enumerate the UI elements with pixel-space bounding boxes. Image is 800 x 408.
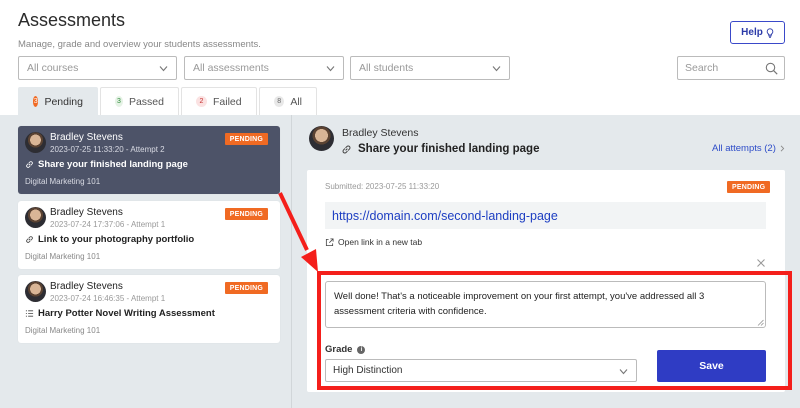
status-badge: PENDING — [224, 133, 268, 145]
tab-label: Passed — [128, 95, 164, 108]
chevron-down-icon — [159, 66, 168, 72]
tab-label: All — [290, 95, 302, 108]
submission-url[interactable]: https://domain.com/second-landing-page — [325, 202, 766, 229]
task-title-text: Harry Potter Novel Writing Assessment — [38, 308, 215, 319]
submitted-timestamp: Submitted: 2023-07-25 11:33:20 — [325, 182, 440, 191]
detail-student-name: Bradley Stevens — [342, 127, 419, 139]
status-badge: PENDING — [727, 181, 771, 193]
chevron-down-icon — [492, 66, 501, 72]
submission-card[interactable]: Bradley Stevens 2023-07-24 16:46:35 - At… — [18, 275, 280, 343]
avatar — [25, 132, 46, 153]
tab-count: 3 — [115, 96, 123, 107]
course-name: Digital Marketing 101 — [25, 177, 101, 186]
task-title: Harry Potter Novel Writing Assessment — [25, 308, 215, 319]
student-name: Bradley Stevens — [50, 132, 123, 143]
tab-label: Failed — [213, 95, 242, 108]
tab-pending[interactable]: 3 Pending — [18, 87, 98, 115]
submission-card[interactable]: Bradley Stevens 2023-07-24 17:37:06 - At… — [18, 201, 280, 269]
students-select[interactable]: All students — [350, 56, 510, 80]
courses-select-value: All courses — [27, 62, 79, 74]
course-name: Digital Marketing 101 — [25, 326, 101, 335]
course-name: Digital Marketing 101 — [25, 252, 101, 261]
detail-task-title: Share your finished landing page — [341, 143, 539, 155]
submission-card[interactable]: Bradley Stevens 2023-07-25 11:33:20 - At… — [18, 126, 280, 194]
annotation-highlight-box — [317, 271, 792, 390]
all-attempts-link[interactable]: All attempts (2) — [712, 143, 785, 154]
status-badge: PENDING — [224, 282, 268, 294]
submission-meta: 2023-07-24 17:37:06 - Attempt 1 — [50, 220, 166, 229]
page-subtitle: Manage, grade and overview your students… — [18, 39, 261, 50]
search-placeholder: Search — [685, 62, 719, 74]
avatar — [25, 207, 46, 228]
tab-count: 2 — [196, 96, 207, 107]
students-select-value: All students — [359, 62, 414, 74]
task-title: Link to your photography portfolio — [25, 234, 194, 245]
search-input[interactable]: Search — [677, 56, 785, 80]
tab-failed[interactable]: 2 Failed — [181, 87, 257, 115]
panel-divider — [291, 115, 292, 408]
search-icon — [765, 62, 778, 75]
help-button[interactable]: Help — [730, 21, 785, 44]
all-attempts-label: All attempts (2) — [712, 143, 776, 154]
link-icon — [26, 236, 33, 243]
assessments-select[interactable]: All assessments — [184, 56, 344, 80]
task-title-text: Link to your photography portfolio — [38, 234, 195, 245]
status-badge: PENDING — [224, 208, 268, 220]
chevron-down-icon — [326, 66, 335, 72]
chevron-right-icon — [780, 145, 785, 152]
submission-meta: 2023-07-24 16:46:35 - Attempt 1 — [50, 294, 166, 303]
page-title: Assessments — [18, 10, 126, 30]
status-tabs: 3 Pending 3 Passed 2 Failed 8 All — [18, 87, 317, 115]
link-icon — [342, 145, 351, 153]
task-title: Share your finished landing page — [25, 159, 188, 170]
tab-label: Pending — [44, 95, 83, 108]
close-icon[interactable] — [756, 258, 766, 268]
tab-count: 8 — [274, 96, 285, 107]
avatar — [309, 126, 334, 151]
submission-meta: 2023-07-25 11:33:20 - Attempt 2 — [50, 145, 165, 154]
courses-select[interactable]: All courses — [18, 56, 177, 80]
tab-count: 3 — [33, 96, 39, 107]
student-name: Bradley Stevens — [50, 281, 123, 292]
external-link-icon — [325, 237, 334, 246]
open-link-new-tab[interactable]: Open link in a new tab — [325, 237, 422, 247]
open-link-label: Open link in a new tab — [338, 237, 423, 247]
help-label: Help — [741, 27, 763, 38]
link-icon — [26, 161, 33, 168]
lightbulb-icon — [766, 27, 774, 38]
tab-passed[interactable]: 3 Passed — [100, 87, 179, 115]
task-title-text: Share your finished landing page — [38, 159, 188, 170]
tab-all[interactable]: 8 All — [259, 87, 317, 115]
list-icon — [25, 310, 34, 317]
assessments-select-value: All assessments — [193, 62, 269, 74]
detail-task-title-text: Share your finished landing page — [358, 143, 540, 155]
avatar — [25, 281, 46, 302]
student-name: Bradley Stevens — [50, 207, 123, 218]
